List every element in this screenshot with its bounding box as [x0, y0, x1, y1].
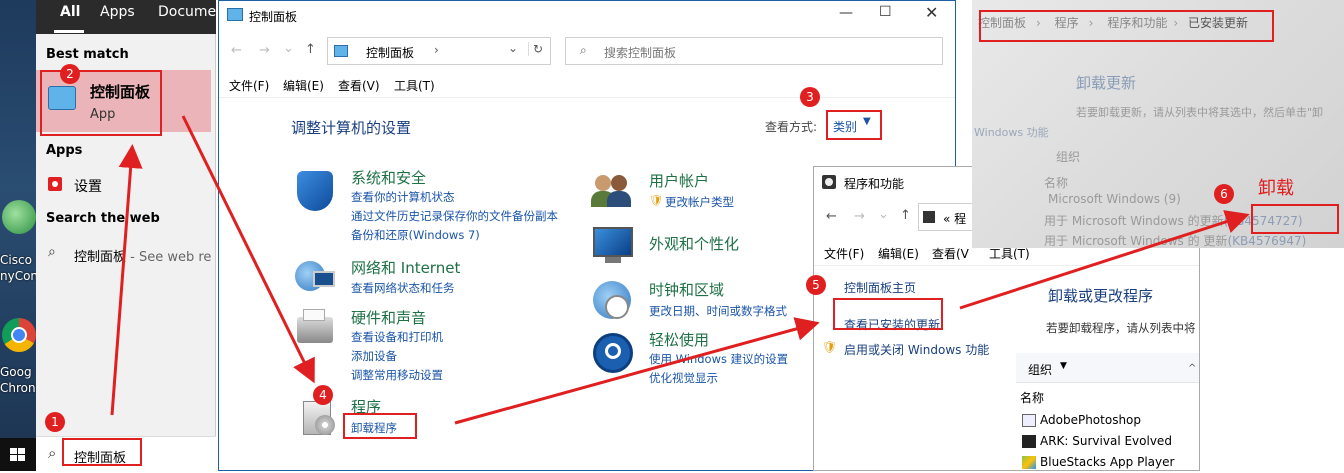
- step-badge: 1: [45, 412, 65, 432]
- arrow-1: [110, 144, 143, 416]
- arrow-3: [454, 317, 820, 425]
- arrows-overlay: [110, 115, 1250, 425]
- arrow-2: [181, 115, 315, 384]
- step-badge: 6: [1214, 184, 1234, 204]
- step-badge: 5: [806, 275, 826, 295]
- step-badge: 2: [60, 64, 80, 84]
- step-badge: 3: [800, 87, 820, 107]
- uninstall-annotation: 卸载: [1258, 178, 1294, 199]
- step-badge: 4: [313, 385, 333, 405]
- arrow-4: [959, 210, 1250, 310]
